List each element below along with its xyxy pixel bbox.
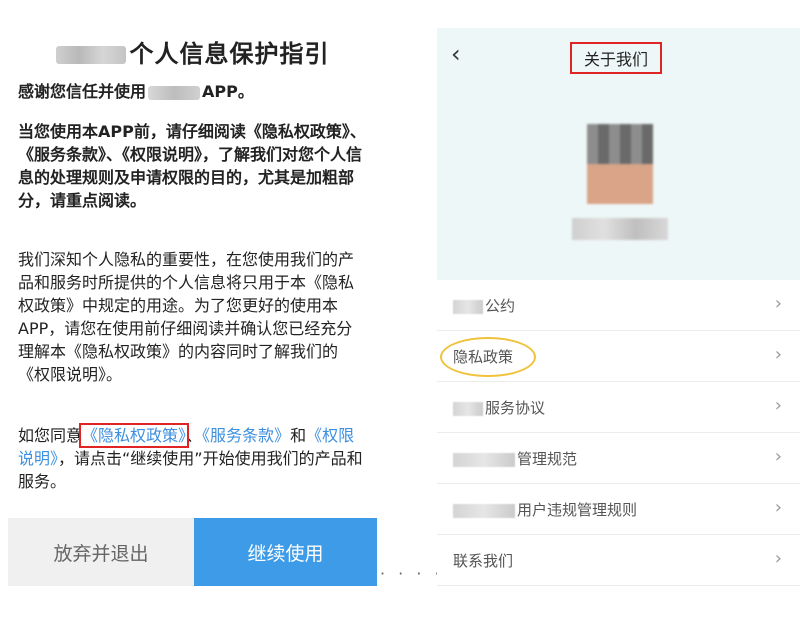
menu-item-label: 用户违规管理规则 (517, 501, 638, 519)
menu-item-convention[interactable]: 公约 › (437, 280, 800, 331)
blurred-app-name-label (572, 218, 668, 240)
menu-item-violation-rules[interactable]: 用户违规管理规则 › (437, 484, 800, 535)
menu-item-label: 公约 (485, 297, 516, 315)
menu-item-service-agreement[interactable]: 服务协议 › (437, 382, 800, 433)
privacy-paragraph: 我们深知个人隐私的重要性，在您使用我们的产品和服务时所提供的个人信息将只用于本《… (18, 250, 355, 384)
notice-paragraph: 当您使用本APP前，请仔细阅读《隐私权政策》、《服务条款》、《权限说明》，了解我… (18, 122, 366, 210)
page-title: 关于我们 (570, 42, 663, 74)
blurred-app-name-inline (148, 85, 201, 100)
menu-item-privacy-policy[interactable]: 隐私政策 › (437, 331, 800, 382)
blurred-app-name (55, 46, 126, 64)
chevron-left-icon[interactable]: ‹ (451, 40, 461, 68)
privacy-dialog: 个人信息保护指引 感谢您信任并使用 APP。 当您使用本APP前，请仔细阅读《隐私… (0, 0, 385, 600)
chevron-right-icon: › (774, 395, 782, 416)
menu-item-contact-us[interactable]: 联系我们 › (437, 535, 800, 586)
chevron-right-icon: › (774, 446, 782, 467)
dialog-title: 个人信息保护指引 (0, 34, 385, 69)
intro-paragraph: 感谢您信任并使用 APP。 (18, 82, 254, 101)
blurred-prefix (453, 299, 483, 314)
menu-item-label: 隐私政策 (453, 348, 514, 366)
about-page: ‹ 关于我们 公约 › 隐私政策 › 服务协议 › 管理规范 › 用户违规管理规… (437, 28, 800, 588)
terms-of-service-link[interactable]: 《服务条款》 (202, 426, 290, 445)
menu-item-label: 联系我们 (453, 552, 514, 570)
chevron-right-icon: › (774, 497, 782, 518)
chevron-right-icon: › (774, 293, 782, 314)
chevron-right-icon: › (774, 548, 782, 569)
about-menu: 公约 › 隐私政策 › 服务协议 › 管理规范 › 用户违规管理规则 › 联系我… (437, 280, 800, 586)
blurred-prefix (453, 503, 515, 518)
menu-item-label: 管理规范 (517, 450, 578, 468)
blurred-prefix (453, 452, 515, 467)
avatar (587, 124, 653, 204)
continue-button[interactable]: 继续使用 (194, 518, 377, 586)
consent-paragraph: 如您同意《隐私权政策》、《服务条款》和《权限说明》，请点击“继续使用”开始使用我… (18, 423, 363, 491)
blurred-prefix (453, 401, 483, 416)
quit-button[interactable]: 放弃并退出 (8, 518, 194, 586)
privacy-policy-link[interactable]: 《隐私权政策》 (79, 423, 190, 448)
chevron-right-icon: › (774, 344, 782, 365)
ellipsis-separator: · · · · (380, 564, 444, 583)
menu-item-management-rules[interactable]: 管理规范 › (437, 433, 800, 484)
menu-item-label: 服务协议 (485, 399, 546, 417)
dialog-button-row: 放弃并退出 继续使用 (8, 518, 377, 586)
